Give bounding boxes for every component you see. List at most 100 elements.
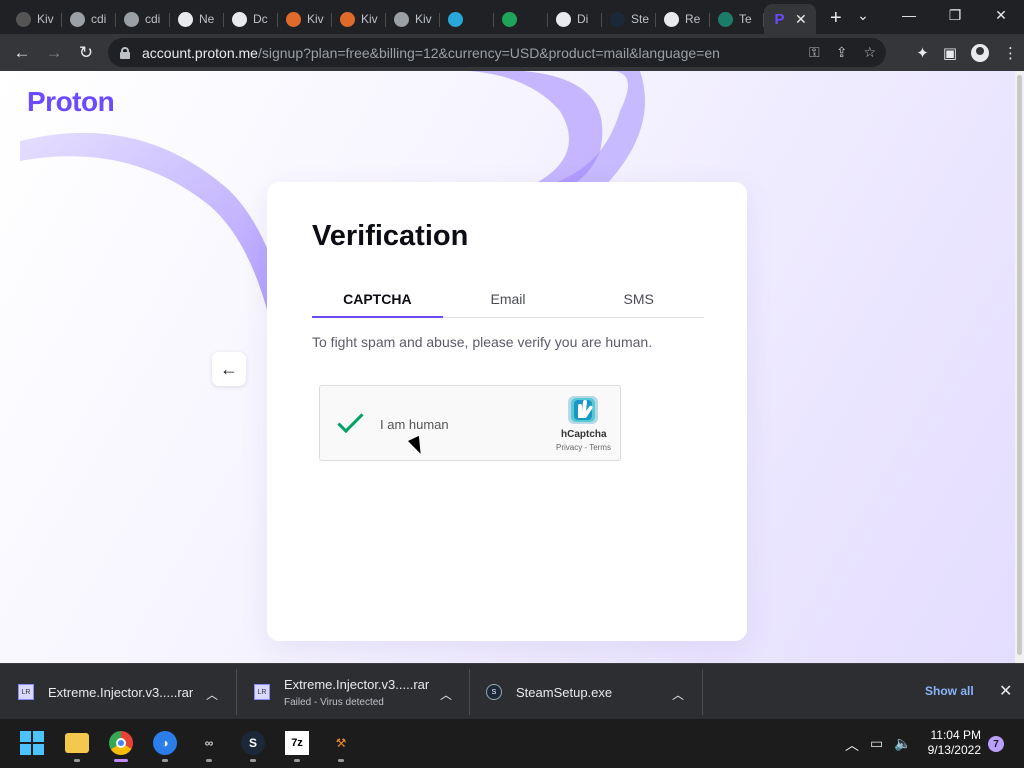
tab-sms[interactable]: SMS: [573, 287, 704, 317]
taskbar-clock[interactable]: 11:04 PM 9/13/2022: [921, 728, 981, 758]
taskbar-indicator: [338, 759, 344, 762]
hcaptcha-privacy-terms-links[interactable]: Privacy - Terms: [556, 443, 611, 452]
share-icon[interactable]: ⇪: [836, 44, 848, 61]
divider: [469, 669, 470, 715]
browser-tab[interactable]: Te: [710, 4, 764, 34]
menu-kebab-icon[interactable]: ⋮: [1003, 44, 1018, 62]
windows-taskbar: ◑ ∞ S 7z ⚒ ︿ ▭ 🔈 11:04 PM 9/13/2022 7: [0, 719, 1024, 768]
profile-avatar-icon[interactable]: [971, 43, 989, 62]
kiwi-icon: [286, 11, 301, 27]
clock-time: 11:04 PM: [930, 728, 981, 742]
browser-tab[interactable]: cdi: [116, 4, 170, 34]
download-item-1[interactable]: LR Extreme.Injector.v3.....rar: [18, 664, 193, 720]
7zip-icon[interactable]: 7z: [285, 731, 309, 755]
proton-icon: P: [774, 10, 785, 28]
browser-tab[interactable]: Kiv: [332, 4, 386, 34]
checkmark-icon[interactable]: [337, 406, 364, 434]
taskbar-indicator: [250, 759, 256, 762]
hcaptcha-widget: I am human hCaptcha Privacy - Terms: [319, 385, 621, 461]
omnibox-actions: ⚿ ⇪ ☆: [809, 38, 876, 67]
browser-tab-active[interactable]: P ✕: [764, 4, 816, 34]
steam-icon: [610, 11, 625, 27]
file-explorer-icon[interactable]: [65, 733, 89, 753]
tray-overflow-chevron-icon[interactable]: ︿: [845, 735, 859, 755]
browser-tab[interactable]: cdi: [62, 4, 116, 34]
steam-taskbar-icon[interactable]: S: [241, 731, 265, 755]
globe-icon: [394, 11, 409, 27]
extensions-icon[interactable]: ✦: [916, 44, 929, 62]
url-path: /signup?plan=free&billing=12&currency=US…: [257, 44, 720, 61]
verification-description: To fight spam and abuse, please verify y…: [312, 334, 653, 350]
url-text[interactable]: account.proton.me/signup?plan=free&billi…: [142, 45, 720, 61]
tab-title: Kiv: [307, 12, 324, 26]
tab-email[interactable]: Email: [443, 287, 574, 317]
clock-date: 9/13/2022: [927, 743, 981, 757]
app-tool-icon[interactable]: ⚒: [329, 731, 353, 755]
tab-title: Kiv: [415, 12, 432, 26]
download-1-menu-chevron-icon[interactable]: ︿: [206, 686, 218, 703]
download-2-menu-chevron-icon[interactable]: ︿: [440, 686, 452, 703]
download-text: Extreme.Injector.v3.....rar Failed - Vir…: [284, 677, 429, 708]
download-item-2[interactable]: LR Extreme.Injector.v3.....rar Failed - …: [254, 664, 429, 720]
back-nav-button[interactable]: ←: [6, 43, 38, 63]
tab-title: Kiv: [37, 12, 54, 26]
back-arrow-button[interactable]: ←: [212, 352, 246, 386]
browser-tab[interactable]: [494, 4, 548, 34]
volume-icon[interactable]: 🔈: [894, 735, 911, 755]
browser-tab[interactable]: Ste: [602, 4, 656, 34]
download-3-menu-chevron-icon[interactable]: ︿: [672, 686, 684, 703]
toolbar-actions: ✦ ▣ ⋮: [916, 34, 1018, 71]
reload-button[interactable]: ↻: [70, 43, 102, 63]
start-button[interactable]: [20, 731, 44, 755]
browser-tab[interactable]: Kiv: [8, 4, 62, 34]
show-all-downloads-link[interactable]: Show all: [925, 684, 974, 698]
restore-button[interactable]: ❐: [932, 7, 978, 24]
browser-alt-icon[interactable]: ◑: [153, 731, 177, 755]
close-downloads-bar-icon[interactable]: ✕: [999, 681, 1012, 701]
hcaptcha-logo-icon: [568, 396, 598, 424]
forward-nav-button[interactable]: →: [38, 43, 70, 63]
app-icon: [448, 11, 463, 27]
download-filename: SteamSetup.exe: [516, 684, 613, 700]
page-scrollbar[interactable]: [1015, 71, 1024, 663]
side-panel-icon[interactable]: ▣: [943, 44, 957, 62]
close-tab-icon[interactable]: ✕: [795, 11, 807, 28]
bookmark-star-icon[interactable]: ☆: [863, 44, 876, 61]
chrome-icon[interactable]: [109, 731, 133, 755]
tab-title: Kiv: [361, 12, 378, 26]
rar-file-icon: LR: [254, 684, 270, 700]
hcaptcha-brand: hCaptcha: [561, 429, 607, 440]
notification-badge[interactable]: 7: [988, 736, 1004, 752]
minimize-button[interactable]: —: [886, 7, 932, 23]
downloads-bar: LR Extreme.Injector.v3.....rar ︿ LR Extr…: [0, 663, 1024, 719]
proton-logo[interactable]: Proton: [27, 86, 115, 118]
browser-tab[interactable]: Kiv: [386, 4, 440, 34]
taskbar-indicator-active: [114, 759, 128, 762]
key-icon[interactable]: ⚿: [809, 44, 820, 61]
wiki-icon: [16, 11, 31, 27]
browser-tab[interactable]: Di: [548, 4, 602, 34]
lock-icon[interactable]: [120, 46, 130, 59]
kiwi-icon: [340, 11, 355, 27]
tab-captcha[interactable]: CAPTCHA: [312, 287, 443, 318]
browser-tab[interactable]: Dc: [224, 4, 278, 34]
browser-tab[interactable]: Ne: [170, 4, 224, 34]
check-app-icon: [502, 11, 517, 27]
download-item-3[interactable]: S SteamSetup.exe: [486, 664, 612, 720]
browser-tab[interactable]: Re: [656, 4, 710, 34]
tab-search-icon[interactable]: ⌄: [840, 7, 886, 24]
app-glasses-icon[interactable]: ∞: [197, 731, 221, 755]
browser-tab[interactable]: Kiv: [278, 4, 332, 34]
rar-file-icon: LR: [18, 684, 34, 700]
tab-title: Di: [577, 12, 589, 26]
address-bar[interactable]: account.proton.me/signup?plan=free&billi…: [108, 38, 886, 67]
system-tray: ︿ ▭ 🔈: [845, 735, 912, 755]
verification-card: Verification CAPTCHA Email SMS To fight …: [267, 182, 747, 641]
tab-list: Kiv cdi cdi Ne Dc Kiv Kiv Kiv Di Ste Re Te P ✕: [0, 0, 816, 34]
browser-tab[interactable]: [440, 4, 494, 34]
network-icon[interactable]: ▭: [870, 735, 883, 755]
captcha-label[interactable]: I am human: [380, 417, 449, 432]
close-window-button[interactable]: ✕: [978, 7, 1024, 24]
taskbar-indicator: [162, 759, 168, 762]
globe-icon: [70, 11, 85, 27]
